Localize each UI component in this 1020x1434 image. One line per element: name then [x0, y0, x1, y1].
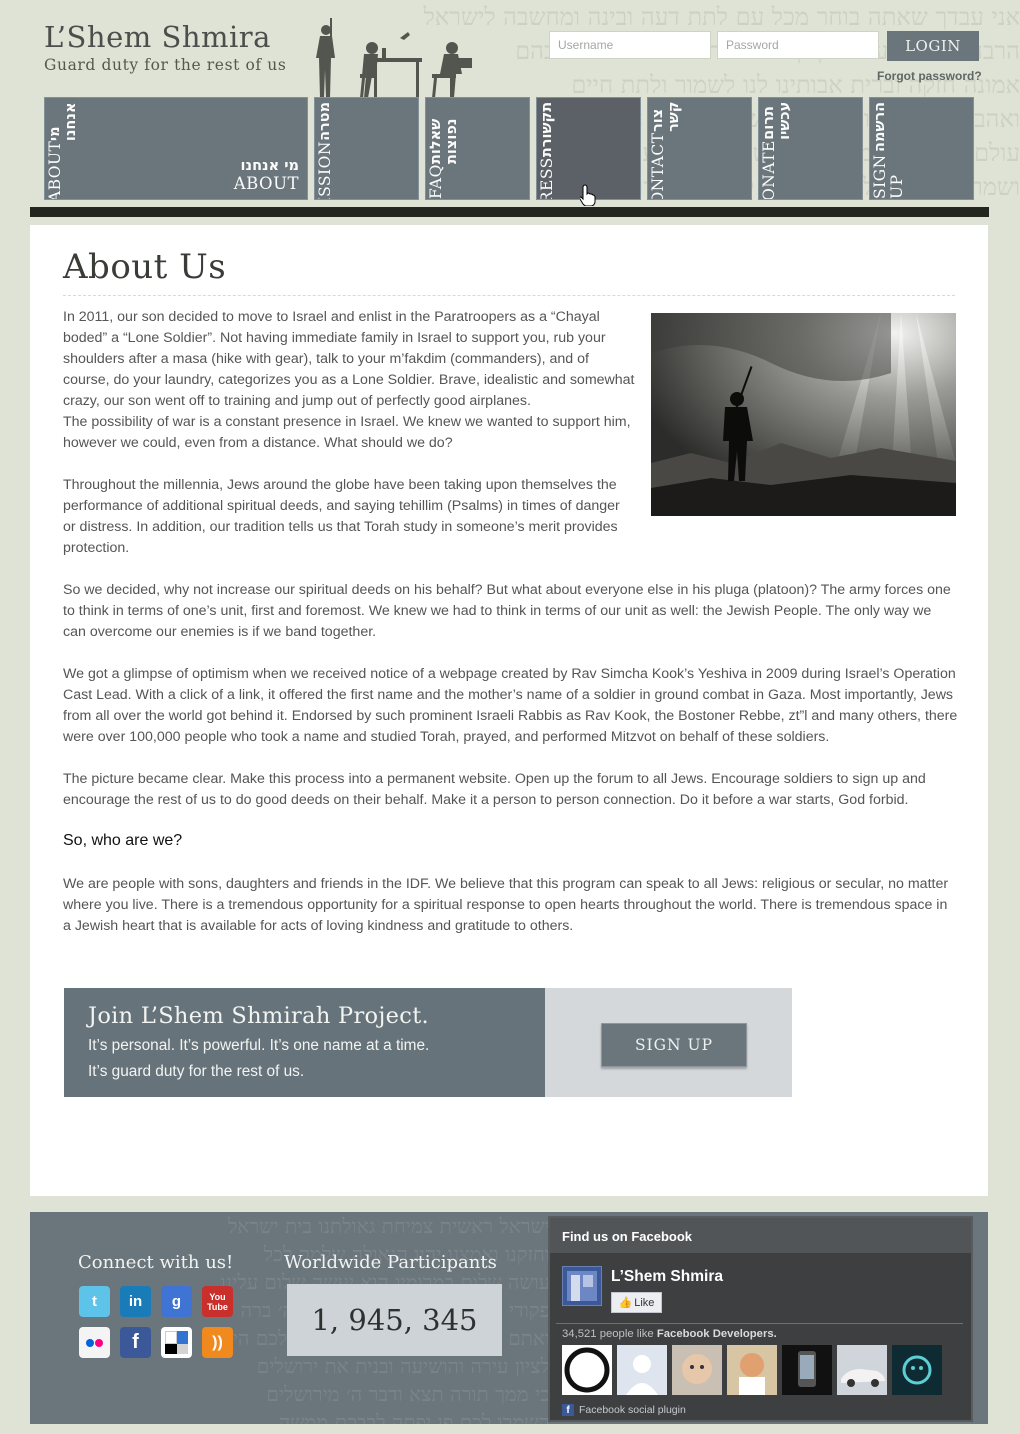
nav-item-donate[interactable]: DONATE תרום עכשיו — [758, 97, 863, 200]
fan-avatar[interactable] — [727, 1345, 777, 1395]
facebook-page-name[interactable]: L’Shem Shmira — [611, 1268, 723, 1286]
nav-about-label: מי אנחנו ABOUT — [234, 158, 299, 193]
fan-avatar[interactable] — [837, 1345, 887, 1395]
nav-press-heb: תקשורת — [539, 102, 555, 158]
join-banner: Join L’Shem Shmirah Project. It’s person… — [64, 988, 792, 1097]
fan-avatar[interactable] — [892, 1345, 942, 1395]
nav-donate-label: DONATE תרום עכשיו — [760, 102, 793, 200]
about-paragraph-3: Throughout the millennia, Jews around th… — [63, 477, 620, 556]
nav-item-mission[interactable]: MISSION מטרה — [314, 97, 419, 200]
footer: ישראל ראשית צמיחת גאולתנו בית ישראל וחזק… — [30, 1212, 988, 1424]
connect-title: Connect with us! — [78, 1252, 234, 1273]
nav-donate-heb: תרום עכשיו — [761, 102, 793, 141]
nav-contact-eng: CONTACT — [649, 132, 667, 200]
facebook-like-count: 34,521 people like Facebook Developers. — [562, 1328, 777, 1340]
password-input[interactable] — [717, 31, 879, 59]
section-subheading: So, who are we? — [63, 832, 183, 849]
nav-item-signup[interactable]: SIGN UP הרשמה — [869, 97, 974, 200]
facebook-icon[interactable]: f — [120, 1327, 151, 1358]
nav-item-faq[interactable]: FAQ שאלות נפוצות — [425, 97, 530, 200]
about-paragraph-6: The picture became clear. Make this proc… — [63, 771, 926, 808]
google-icon[interactable]: g — [161, 1286, 192, 1317]
youtube-icon[interactable]: You Tube — [202, 1286, 233, 1317]
nav-contact-label: CONTACT צור קשר — [649, 102, 682, 200]
facebook-like-button[interactable]: 👍 Like — [611, 1292, 662, 1313]
thumbs-up-icon: 👍 — [618, 1297, 633, 1309]
nav-mission-label: MISSION מטרה — [316, 102, 334, 200]
facebook-fan-faces — [562, 1345, 942, 1395]
nav-divider-bar — [30, 207, 989, 217]
site-title: L’Shem Shmira — [44, 20, 271, 54]
nav-signup-heb: הרשמה — [872, 102, 888, 153]
fan-avatar[interactable] — [562, 1345, 612, 1395]
nav-about-vertical-label: ABOUT מי אנחנו — [46, 102, 79, 200]
social-links: t in g You Tube f )) — [79, 1286, 233, 1358]
delicious-icon[interactable] — [161, 1327, 192, 1358]
nav-about-eng-vert: ABOUT — [46, 140, 64, 200]
nav-faq-heb: שאלות נפוצות — [428, 118, 460, 165]
nav-about-eng: ABOUT — [233, 174, 299, 193]
nav-mission-heb: מטרה — [317, 102, 333, 142]
facebook-divider — [556, 1323, 963, 1324]
join-banner-line-2: It’s guard duty for the rest of us. — [88, 1063, 305, 1080]
fan-avatar[interactable] — [672, 1345, 722, 1395]
username-input[interactable] — [549, 31, 711, 59]
site-logo[interactable]: L’Shem Shmira Guard duty for the rest of… — [44, 20, 286, 74]
facebook-widget: Find us on Facebook L’Shem Shmira 👍 Like… — [548, 1216, 973, 1422]
twitter-icon[interactable]: t — [79, 1286, 110, 1317]
nav-contact-heb: צור קשר — [650, 102, 682, 133]
participants-title: Worldwide Participants — [284, 1252, 497, 1273]
soldier-silhouette-illustration — [316, 18, 472, 98]
nav-signup-label: SIGN UP הרשמה — [871, 102, 906, 199]
join-banner-text: Join L’Shem Shmirah Project. It’s person… — [64, 988, 545, 1097]
facebook-small-icon: f — [562, 1404, 574, 1416]
about-paragraph-4: So we decided, why not increase our spir… — [63, 582, 951, 640]
fan-avatar[interactable] — [782, 1345, 832, 1395]
facebook-social-plugin-label[interactable]: f Facebook social plugin — [562, 1404, 686, 1416]
nav-about-heb: מי אנחנו — [240, 158, 299, 174]
title-divider — [63, 295, 955, 296]
facebook-plugin-text: Facebook social plugin — [579, 1404, 686, 1416]
fan-avatar[interactable] — [617, 1345, 667, 1395]
join-banner-action: SIGN UP — [545, 988, 792, 1097]
rss-icon[interactable]: )) — [202, 1327, 233, 1358]
join-banner-title: Join L’Shem Shmirah Project. — [88, 1003, 429, 1029]
signup-button[interactable]: SIGN UP — [601, 1023, 747, 1067]
facebook-count-prefix: 34,521 people like — [562, 1328, 654, 1340]
participants-counter: 1, 945, 345 — [287, 1284, 502, 1356]
facebook-widget-header[interactable]: Find us on Facebook — [550, 1218, 971, 1253]
nav-signup-eng: SIGN UP — [871, 154, 906, 199]
nav-mission-eng: MISSION — [316, 141, 334, 200]
join-banner-line-1: It’s personal. It’s powerful. It’s one n… — [88, 1037, 430, 1054]
hand-cursor-icon — [580, 184, 596, 206]
facebook-like-label: Like — [634, 1296, 655, 1309]
site-tagline: Guard duty for the rest of us — [44, 56, 287, 74]
flickr-icon[interactable] — [79, 1327, 110, 1358]
about-paragraph-7: We are people with sons, daughters and f… — [63, 876, 949, 934]
about-paragraph-1: In 2011, our son decided to move to Isra… — [63, 309, 635, 409]
linkedin-icon[interactable]: in — [120, 1286, 151, 1317]
nav-about-heb-vert: מי אנחנו — [47, 102, 79, 141]
login-form: LOGIN — [549, 31, 979, 61]
nav-item-about[interactable]: ABOUT מי אנחנו מי אנחנו ABOUT — [44, 97, 308, 200]
main-content: About Us In 2011, our son decided to mov… — [30, 225, 988, 1196]
page-title: About Us — [63, 247, 227, 287]
facebook-page-avatar[interactable] — [562, 1266, 602, 1306]
nav-press-label: PRESS תקשורת — [538, 102, 556, 200]
about-paragraph-2: The possibility of war is a constant pre… — [63, 414, 631, 451]
nav-press-eng: PRESS — [538, 157, 556, 200]
login-button[interactable]: LOGIN — [887, 31, 979, 61]
nav-donate-eng: DONATE — [760, 140, 778, 200]
forgot-password-link[interactable]: Forgot password? — [877, 69, 982, 83]
about-paragraph-5: We got a glimpse of optimism when we rec… — [63, 666, 958, 745]
facebook-count-page[interactable]: Facebook Developers. — [657, 1328, 777, 1340]
nav-faq-eng: FAQ — [427, 164, 445, 199]
soldier-photo — [651, 313, 956, 516]
nav-faq-label: FAQ שאלות נפוצות — [427, 102, 460, 199]
nav-item-contact[interactable]: CONTACT צור קשר — [647, 97, 752, 200]
